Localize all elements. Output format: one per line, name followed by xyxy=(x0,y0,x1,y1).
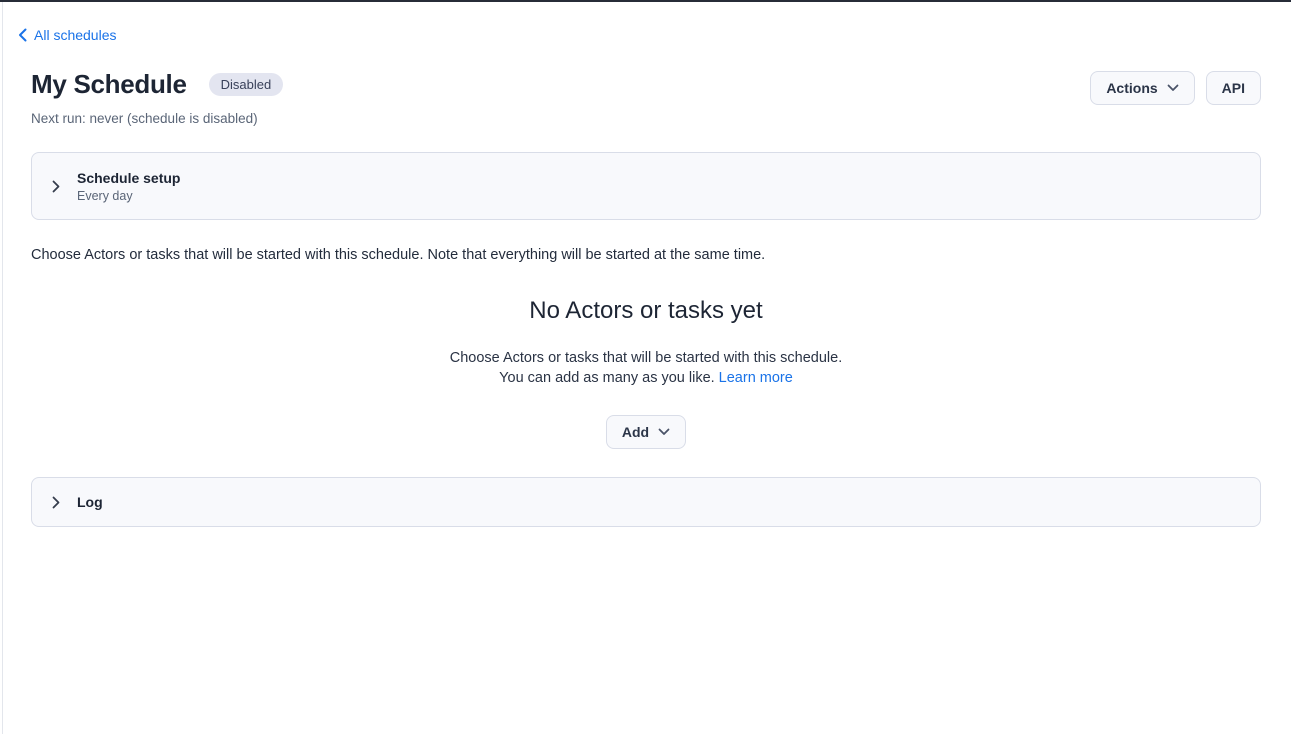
chevron-down-icon xyxy=(1167,84,1179,92)
chevron-left-icon xyxy=(18,28,27,42)
empty-state: No Actors or tasks yet Choose Actors or … xyxy=(31,297,1261,449)
back-to-all-schedules-link[interactable]: All schedules xyxy=(18,27,117,43)
schedule-setup-subtitle: Every day xyxy=(77,189,180,203)
status-badge: Disabled xyxy=(209,73,284,96)
page-header: My Schedule Disabled Next run: never (sc… xyxy=(31,69,1261,126)
actions-button[interactable]: Actions xyxy=(1090,71,1194,105)
empty-state-line1: Choose Actors or tasks that will be star… xyxy=(31,348,1261,368)
schedule-setup-title: Schedule setup xyxy=(77,170,180,186)
schedule-description-text: Choose Actors or tasks that will be star… xyxy=(31,247,1261,263)
schedule-setup-panel[interactable]: Schedule setup Every day xyxy=(31,152,1261,220)
schedule-detail-page: All schedules My Schedule Disabled Next … xyxy=(0,2,1291,527)
next-run-text: Next run: never (schedule is disabled) xyxy=(31,111,283,126)
back-link-label: All schedules xyxy=(34,27,117,43)
api-button-label: API xyxy=(1222,80,1245,96)
add-button-label: Add xyxy=(622,424,649,440)
sidebar-edge-divider xyxy=(2,2,3,734)
api-button[interactable]: API xyxy=(1206,71,1261,105)
schedule-setup-text: Schedule setup Every day xyxy=(77,170,180,203)
actions-button-label: Actions xyxy=(1106,80,1157,96)
header-left: My Schedule Disabled Next run: never (sc… xyxy=(31,69,283,126)
chevron-down-icon xyxy=(658,428,670,436)
add-button[interactable]: Add xyxy=(606,415,686,449)
chevron-right-icon xyxy=(52,496,60,509)
empty-state-line2-text: You can add as many as you like. xyxy=(499,370,715,386)
header-actions: Actions API xyxy=(1090,71,1261,105)
log-panel-title: Log xyxy=(77,494,103,510)
empty-state-line2: You can add as many as you like.Learn mo… xyxy=(31,368,1261,388)
page-title: My Schedule xyxy=(31,69,187,100)
empty-state-title: No Actors or tasks yet xyxy=(31,297,1261,325)
learn-more-link[interactable]: Learn more xyxy=(719,370,793,386)
log-panel[interactable]: Log xyxy=(31,477,1261,527)
chevron-right-icon xyxy=(52,180,60,193)
